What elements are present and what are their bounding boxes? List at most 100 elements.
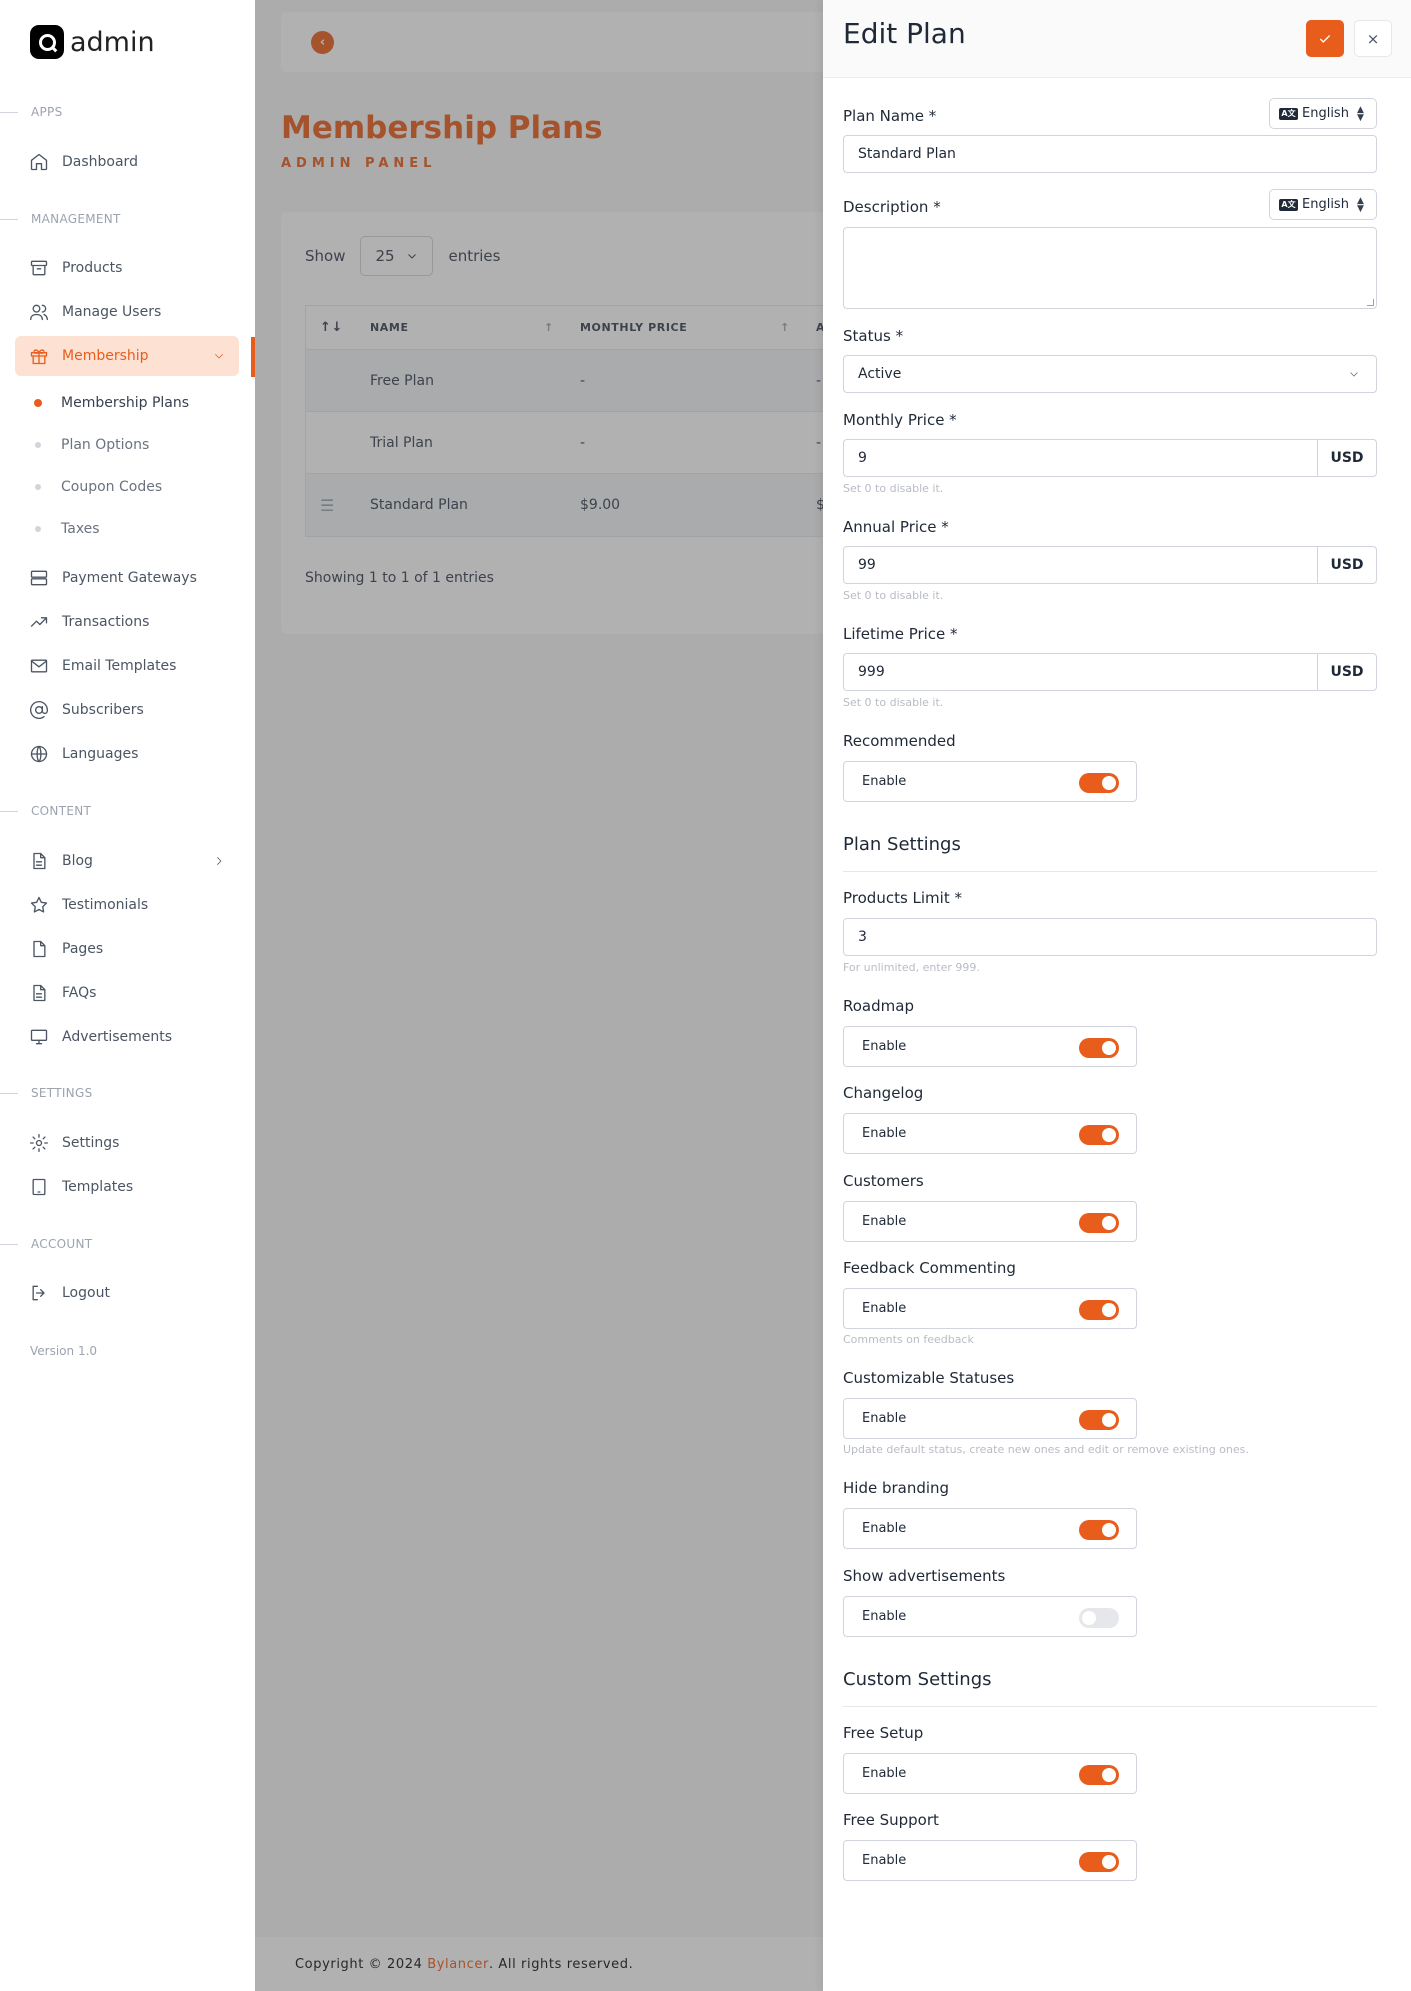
divider — [843, 1706, 1377, 1707]
roadmap-toggle-row: Enable — [843, 1026, 1137, 1067]
document-icon — [33, 852, 46, 870]
show-advertisements-toggle-row: Enable — [843, 1596, 1137, 1637]
description-language-select[interactable]: A文 English ▲ ▼ — [1269, 189, 1377, 220]
modal-backdrop[interactable] — [255, 0, 823, 1991]
sidebar-item-products[interactable]: Products — [15, 248, 239, 288]
save-button[interactable] — [1306, 20, 1344, 57]
sidebar-item-membership[interactable]: Membership — [15, 336, 239, 376]
sidebar-item-transactions[interactable]: Transactions — [15, 602, 239, 642]
sidebar-item-blog[interactable]: Blog — [15, 841, 239, 881]
logo[interactable]: admin — [30, 25, 155, 59]
sidebar-item-dashboard[interactable]: Dashboard — [15, 142, 239, 182]
sidebar-item-label: Templates — [62, 1179, 134, 1195]
enable-label: Enable — [862, 774, 907, 789]
sidebar-item-logout[interactable]: Logout — [15, 1273, 239, 1313]
sidebar-item-manage-users[interactable]: Manage Users — [15, 292, 239, 332]
monthly-price-group: 9 USD — [843, 439, 1377, 477]
chevron-down-icon — [1350, 372, 1358, 377]
show-advertisements-toggle[interactable] — [1079, 1608, 1119, 1628]
sidebar-subitem-taxes[interactable]: Taxes — [35, 521, 100, 537]
sidebar-item-testimonials[interactable]: Testimonials — [15, 885, 239, 925]
star-icon — [30, 896, 48, 913]
gear-icon — [30, 1134, 48, 1152]
sidebar-item-label: Subscribers — [62, 702, 144, 718]
free-support-toggle[interactable] — [1079, 1852, 1119, 1872]
sidebar-subitem-coupon-codes[interactable]: Coupon Codes — [35, 479, 162, 495]
enable-label: Enable — [862, 1301, 907, 1316]
description-textarea[interactable] — [843, 227, 1377, 309]
sidebar-item-pages[interactable]: Pages — [15, 929, 239, 969]
free-setup-toggle[interactable] — [1079, 1765, 1119, 1785]
feedback-commenting-hint: Comments on feedback — [843, 1333, 974, 1346]
changelog-label: Changelog — [843, 1084, 924, 1102]
customizable-statuses-label: Customizable Statuses — [843, 1369, 1015, 1387]
close-button[interactable]: × — [1354, 20, 1392, 57]
subitem-label: Coupon Codes — [61, 479, 163, 495]
products-limit-input[interactable]: 3 — [843, 918, 1377, 956]
recommended-toggle-row: Enable — [843, 761, 1137, 802]
recommended-toggle[interactable] — [1079, 773, 1119, 793]
monthly-price-input[interactable]: 9 — [843, 439, 1317, 477]
hide-branding-toggle-row: Enable — [843, 1508, 1137, 1549]
section-management: MANAGEMENT — [0, 212, 121, 226]
annual-price-input[interactable]: 99 — [843, 546, 1317, 584]
enable-label: Enable — [862, 1766, 907, 1781]
sidebar-item-settings[interactable]: Settings — [15, 1123, 239, 1163]
sidebar-item-label: Advertisements — [62, 1029, 173, 1045]
sidebar-item-payment-gateways[interactable]: Payment Gateways — [15, 558, 239, 598]
sidebar-item-subscribers[interactable]: Subscribers — [15, 690, 239, 730]
annual-price-hint: Set 0 to disable it. — [843, 589, 944, 602]
feedback-commenting-toggle[interactable] — [1079, 1300, 1119, 1320]
monthly-price-label: Monthly Price * — [843, 411, 957, 429]
status-label: Status * — [843, 327, 904, 345]
chevron-down-icon — [215, 354, 223, 359]
server-icon — [30, 570, 48, 586]
enable-label: Enable — [862, 1853, 907, 1868]
recommended-label: Recommended — [843, 732, 956, 750]
sidebar-item-languages[interactable]: Languages — [15, 734, 239, 774]
status-select[interactable]: Active — [843, 355, 1377, 393]
changelog-toggle[interactable] — [1079, 1125, 1119, 1145]
sidebar-item-templates[interactable]: Templates — [15, 1167, 239, 1207]
sidebar-item-advertisements[interactable]: Advertisements — [15, 1017, 239, 1057]
customizable-statuses-toggle-row: Enable — [843, 1398, 1137, 1439]
subitem-label: Membership Plans — [61, 395, 190, 411]
customers-toggle[interactable] — [1079, 1213, 1119, 1233]
annual-price-group: 99 USD — [843, 546, 1377, 584]
sidebar-item-label: Transactions — [62, 614, 150, 630]
customers-label: Customers — [843, 1172, 924, 1190]
sidebar-item-label: Products — [62, 260, 123, 276]
plan-settings-heading: Plan Settings — [843, 834, 961, 855]
updown-icon: ▲ ▼ — [1356, 195, 1364, 214]
sidebar-subitem-membership-plans[interactable]: Membership Plans — [34, 395, 190, 411]
sidebar-subitem-plan-options[interactable]: Plan Options — [35, 437, 149, 453]
plan-name-input[interactable]: Standard Plan — [843, 135, 1377, 173]
lifetime-price-input[interactable]: 999 — [843, 653, 1317, 691]
sidebar-item-label: Pages — [62, 941, 104, 957]
subitem-label: Taxes — [61, 521, 100, 537]
sidebar-item-faqs[interactable]: FAQs — [15, 973, 239, 1013]
customizable-statuses-toggle[interactable] — [1079, 1410, 1119, 1430]
section-apps: APPS — [0, 105, 63, 119]
free-setup-label: Free Setup — [843, 1724, 924, 1742]
roadmap-toggle[interactable] — [1079, 1038, 1119, 1058]
sidebar-item-label: FAQs — [62, 985, 97, 1001]
panel-title: Edit Plan — [843, 17, 966, 50]
free-support-toggle-row: Enable — [843, 1840, 1137, 1881]
logo-text: admin — [70, 26, 155, 58]
products-limit-label: Products Limit * — [843, 889, 962, 907]
tablet-icon — [32, 1178, 46, 1196]
monitor-icon — [30, 1029, 48, 1045]
archive-icon — [30, 260, 48, 276]
version-label: Version 1.0 — [30, 1344, 98, 1358]
sidebar-item-email-templates[interactable]: Email Templates — [15, 646, 239, 686]
hide-branding-toggle[interactable] — [1079, 1520, 1119, 1540]
sidebar-item-label: Testimonials — [62, 897, 149, 913]
plan-name-language-select[interactable]: A文 English ▲ ▼ — [1269, 98, 1377, 129]
products-limit-hint: For unlimited, enter 999. — [843, 961, 980, 974]
currency-addon: USD — [1317, 546, 1377, 584]
free-support-label: Free Support — [843, 1811, 939, 1829]
feedback-commenting-label: Feedback Commenting — [843, 1259, 1016, 1277]
sidebar-item-label: Email Templates — [62, 658, 177, 674]
at-sign-icon — [30, 701, 48, 719]
